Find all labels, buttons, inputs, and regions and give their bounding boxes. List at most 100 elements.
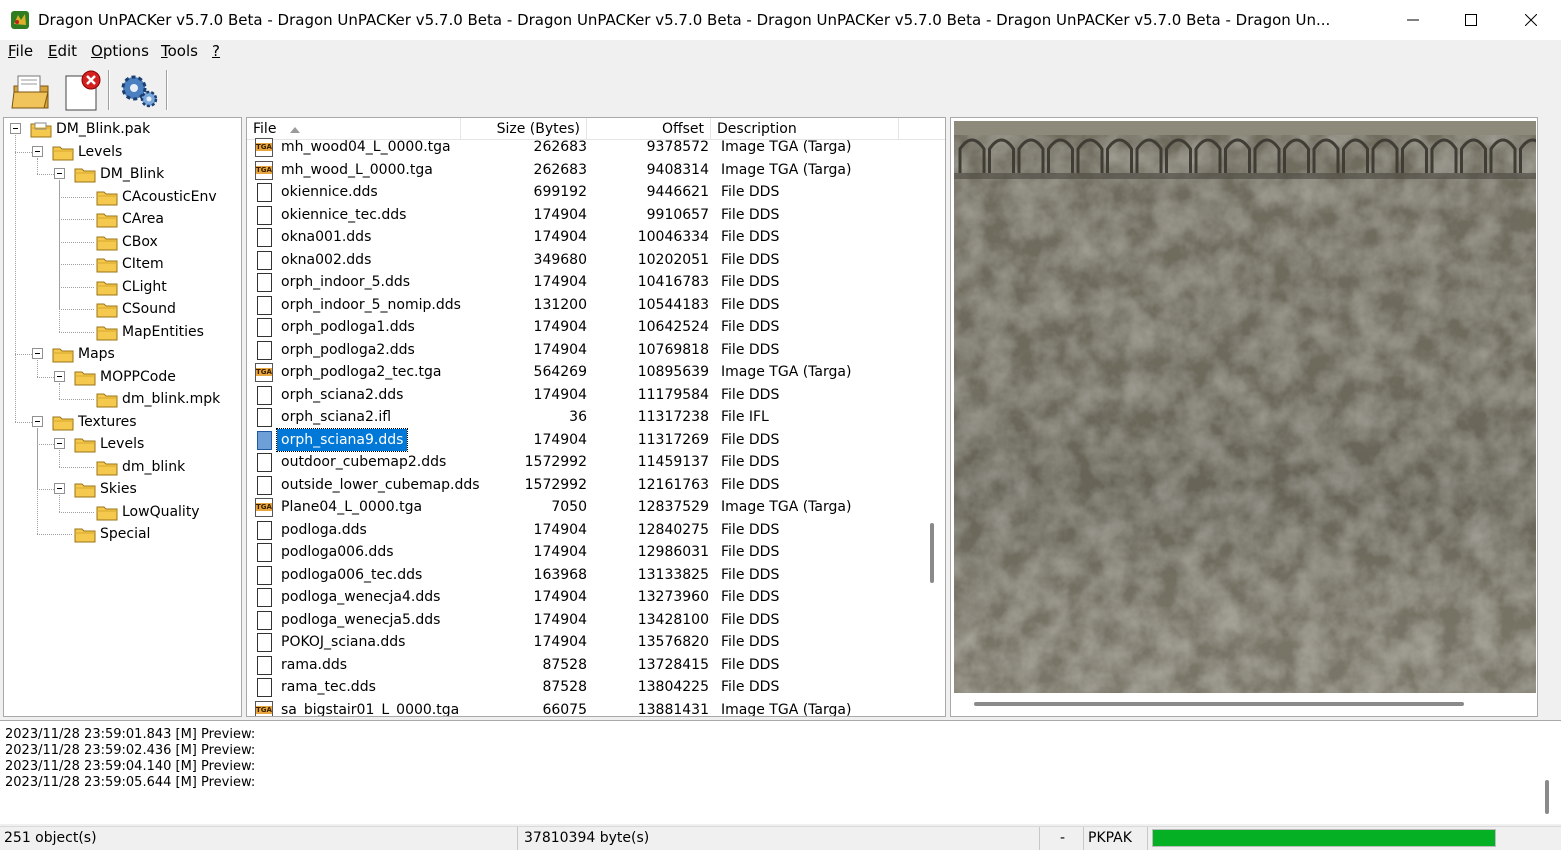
status-format: PKPAK (1086, 827, 1148, 850)
file-row[interactable]: orph_sciana9.dds 174904 11317269 File DDS (247, 427, 927, 452)
list-scrollbar-thumb[interactable] (930, 523, 934, 583)
file-icon (257, 408, 272, 427)
tga-badge: TGA (256, 165, 272, 174)
collapse-icon[interactable] (54, 438, 65, 449)
file-row[interactable]: orph_podloga2.dds 174904 10769818 File DDS (247, 339, 927, 362)
file-row[interactable]: podloga.dds 174904 12840275 File DDS (247, 519, 927, 542)
file-row[interactable]: podloga_wenecja4.dds 174904 13273960 File D… (247, 586, 927, 609)
tga-badge: TGA (256, 143, 272, 151)
file-row[interactable]: POKOJ_sciana.dds 174904 13576820 File DDS (247, 631, 927, 654)
file-icon (257, 340, 272, 360)
file-row[interactable]: orph_indoor_5.dds 174904 10416783 File DDS (247, 271, 927, 294)
menu-tools-label: ools (167, 42, 198, 60)
file-size: 174904 (533, 229, 587, 245)
tree-connector (59, 309, 94, 310)
menu-file[interactable]: File (8, 42, 33, 60)
options-button[interactable] (116, 68, 162, 112)
menu-help[interactable]: ? (212, 42, 220, 60)
close-button[interactable] (1502, 0, 1560, 40)
file-icon (257, 543, 272, 562)
file-name: outside_lower_cubemap.dds (281, 476, 480, 493)
collapse-icon[interactable] (54, 483, 65, 494)
file-icon (257, 588, 272, 607)
tga-file-icon: TGA (255, 363, 273, 382)
column-file-label: File (253, 121, 277, 137)
file-row[interactable]: TGA Plane04_L_0000.tga 7050 12837529 Image T… (247, 496, 927, 519)
file-row[interactable]: podloga006_tec.dds 163968 13133825 File DDS (247, 564, 927, 587)
file-row[interactable]: TGA mh_wood04_L_0000.tga 262683 9378572 Imag… (247, 136, 927, 159)
file-icon (257, 610, 272, 630)
file-offset: 13576820 (637, 634, 709, 650)
tga-badge: TGA (256, 705, 272, 714)
file-name: podloga006.dds (281, 544, 394, 560)
file-name: okna002.dds (281, 251, 372, 268)
collapse-icon[interactable] (32, 145, 43, 157)
file-row[interactable]: TGA sa_bigstair01_L_0000.tga 66075 13881431… (247, 699, 927, 717)
file-offset: 10202051 (637, 251, 709, 268)
file-description: File DDS (721, 679, 780, 695)
collapse-icon[interactable] (32, 415, 43, 427)
file-offset: 11317269 (637, 431, 709, 448)
tree-item-label: CItem (122, 256, 164, 272)
column-description-label: Description (717, 121, 797, 137)
tree-item-label: Special (100, 526, 151, 542)
menu-options[interactable]: Options (91, 42, 149, 60)
tree-connector (59, 495, 60, 512)
file-row[interactable]: podloga_wenecja5.dds 174904 13428100 File D… (247, 609, 927, 632)
tree-item-label: CAcousticEnv (122, 188, 217, 205)
file-row[interactable]: TGA mh_wood_L_0000.tga 262683 9408314 Image … (247, 159, 927, 182)
file-size: 174904 (533, 274, 587, 290)
menu-options-accel: O (91, 42, 103, 60)
folder-icon (96, 326, 118, 340)
file-description: File DDS (721, 634, 780, 650)
collapse-icon[interactable] (54, 168, 65, 179)
file-row[interactable]: rama_tec.dds 87528 13804225 File DDS (247, 676, 927, 699)
file-name: sa_bigstair01_L_0000.tga (281, 701, 460, 717)
file-size: 174904 (533, 634, 587, 650)
file-row[interactable]: okiennice_tec.dds 174904 9910657 File DDS (247, 204, 927, 227)
tree-connector (37, 174, 54, 175)
file-name: okna001.dds (281, 229, 372, 245)
collapse-icon[interactable] (54, 370, 65, 382)
file-name: podloga006_tec.dds (281, 566, 423, 583)
log-line: 2023/11/28 23:59:04.140 [M] Preview: (5, 759, 256, 774)
preview-scrollbar-thumb[interactable] (974, 702, 1464, 706)
file-size: 174904 (533, 319, 587, 335)
file-row[interactable]: okna002.dds 349680 10202051 File DDS (247, 249, 927, 272)
close-archive-button[interactable] (60, 68, 106, 112)
file-row[interactable]: orph_podloga1.dds 174904 10642524 File DDS (247, 316, 927, 339)
collapse-icon[interactable] (10, 123, 21, 134)
file-row[interactable]: okiennice.dds 699192 9446621 File DDS (247, 181, 927, 204)
minimize-button[interactable] (1384, 0, 1442, 40)
file-offset: 10642524 (637, 319, 709, 335)
file-row[interactable]: TGA orph_podloga2_tec.tga 564269 10895639 Im… (247, 361, 927, 384)
file-row[interactable]: orph_indoor_5_nomip.dds 131200 10544183 Fil… (247, 294, 927, 317)
tga-file-icon: TGA (255, 138, 273, 157)
file-row[interactable]: podloga006.dds 174904 12986031 File DDS (247, 541, 927, 564)
file-row[interactable]: orph_sciana2.dds 174904 11179584 File DDS (247, 384, 927, 407)
menu-edit[interactable]: Edit (48, 42, 77, 60)
file-icon (257, 565, 272, 585)
file-description: File DDS (721, 611, 780, 628)
file-row[interactable]: orph_sciana2.ifl 36 11317238 File IFL (247, 406, 927, 429)
file-row[interactable]: okna001.dds 174904 10046334 File DDS (247, 226, 927, 249)
folder-icon (96, 236, 118, 250)
open-archive-button[interactable] (8, 68, 54, 112)
file-row[interactable]: rama.dds 87528 13728415 File DDS (247, 654, 927, 677)
file-icon (257, 273, 272, 292)
log-scrollbar-thumb[interactable] (1545, 780, 1549, 814)
file-offset: 10046334 (637, 229, 709, 245)
tree-connector (59, 241, 94, 243)
maximize-button[interactable] (1442, 0, 1500, 40)
tree-item-label: CBox (122, 233, 158, 250)
folder-icon (52, 348, 74, 363)
file-row[interactable]: outside_lower_cubemap.dds 1572992 12161763… (247, 474, 927, 497)
file-size: 174904 (533, 431, 587, 448)
menu-tools[interactable]: Tools (161, 42, 198, 60)
title-bar: Dragon UnPACKer v5.7.0 Beta - Dragon UnP… (0, 0, 1561, 40)
collapse-icon[interactable] (32, 348, 43, 359)
file-row[interactable]: outdoor_cubemap2.dds 1572992 11459137 File … (247, 451, 927, 474)
file-description: File DDS (721, 589, 780, 605)
log-line: 2023/11/28 23:59:01.843 [M] Preview: (5, 727, 256, 742)
file-description: File DDS (721, 341, 780, 358)
